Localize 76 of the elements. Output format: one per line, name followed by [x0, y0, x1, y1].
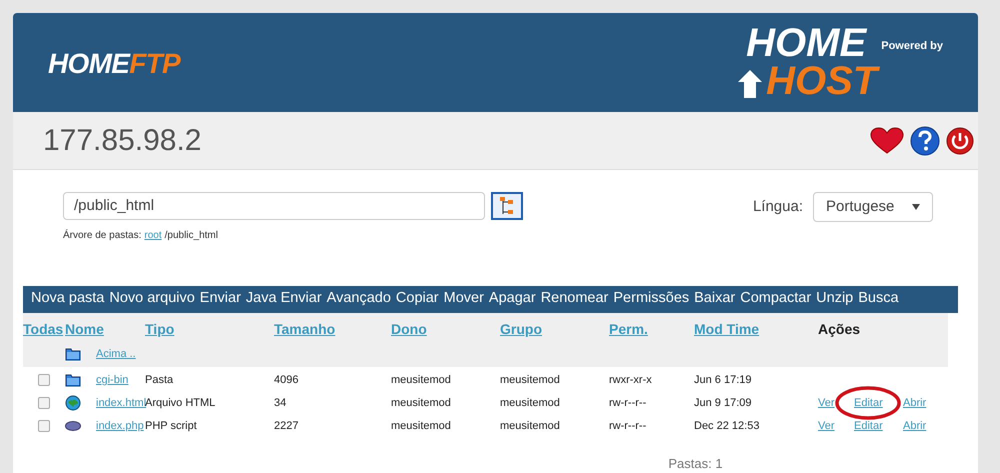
path-field[interactable]: /public_html: [63, 192, 485, 220]
powered-by-text: Powered by: [881, 39, 943, 54]
toolbar-item[interactable]: Renomear: [540, 288, 608, 310]
table-cell-text: rwxr-xr-x: [609, 372, 653, 388]
table-cell-text: Pasta: [145, 372, 174, 388]
column-header-link[interactable]: Grupo: [500, 319, 609, 340]
column-header-link[interactable]: Perm.: [609, 319, 694, 340]
server-address: 177.85.98.2: [43, 122, 202, 159]
table-cell-text: meusitemod: [500, 418, 561, 434]
action-link[interactable]: Editar: [854, 418, 903, 434]
table-cell-text: Jun 9 17:09: [694, 396, 752, 411]
column-header-link[interactable]: Tipo: [145, 319, 274, 340]
heart-icon[interactable]: [870, 127, 904, 156]
column-header-link[interactable]: Mod Time: [694, 319, 818, 340]
toolbar-item[interactable]: Avançado: [326, 288, 391, 310]
column-header-link[interactable]: Dono: [391, 319, 500, 340]
language-select[interactable]: Portugese: [813, 192, 933, 222]
column-header: Ações: [818, 320, 862, 340]
file-link[interactable]: cgi-bin: [96, 372, 145, 388]
table-cell-text: Arquivo HTML: [145, 396, 216, 411]
action-link[interactable]: Ver: [818, 394, 854, 412]
table-cell-text: 4096: [274, 372, 300, 388]
action-link[interactable]: Ver: [818, 418, 854, 434]
checkbox[interactable]: [38, 374, 50, 386]
column-header-link[interactable]: Tamanho: [274, 319, 391, 340]
table-cell-text: PHP script: [145, 418, 198, 434]
toolbar-item[interactable]: Baixar: [694, 288, 736, 310]
table-cell-text: 2227: [274, 418, 300, 434]
tree-path: /public_html: [164, 228, 218, 243]
folder-count: Pastas: 1: [668, 454, 723, 473]
file-link[interactable]: index.php: [96, 418, 145, 434]
power-icon[interactable]: [946, 127, 974, 156]
toolbar-item[interactable]: Apagar: [488, 288, 536, 310]
action-link[interactable]: Abrir: [903, 394, 933, 412]
table-cell-text: Jun 6 17:19: [694, 372, 752, 388]
table-cell-text: meusitemod: [391, 396, 452, 411]
toolbar-item[interactable]: Busca: [858, 288, 899, 310]
help-icon[interactable]: [910, 126, 940, 156]
checkbox[interactable]: [38, 397, 50, 410]
table-cell-text: meusitemod: [500, 372, 561, 388]
table-cell-text: Dec 22 12:53: [694, 418, 760, 434]
logo-text: FTP: [129, 47, 180, 82]
tree-label: Árvore de pastas:: [63, 228, 142, 243]
table-cell-text: meusitemod: [391, 418, 452, 434]
table-cell-text: meusitemod: [391, 372, 452, 388]
checkbox[interactable]: [38, 420, 50, 432]
toolbar-item[interactable]: Compactar: [740, 288, 812, 310]
globe-icon: [65, 395, 81, 412]
table-cell-text: rw-r--r--: [609, 396, 648, 411]
root-link[interactable]: root: [144, 228, 162, 243]
toolbar-item[interactable]: Enviar: [200, 288, 241, 310]
table-cell-text: 34: [274, 396, 288, 411]
toolbar-item[interactable]: Nova pasta: [31, 288, 104, 310]
folder-tree-button[interactable]: [491, 192, 523, 220]
highlight-ellipse: [835, 386, 901, 420]
caret-icon: [912, 204, 920, 210]
folder-icon: [65, 346, 81, 361]
toolbar-item[interactable]: Mover: [444, 288, 484, 310]
brand-text: HOME: [746, 24, 868, 62]
toolbar-item[interactable]: Novo arquivo: [109, 288, 195, 310]
logo-text: HOME: [48, 47, 130, 82]
toolbar-item[interactable]: Java Enviar: [246, 288, 322, 310]
parent-folder-link[interactable]: Acima ..: [96, 346, 274, 363]
table-cell-text: meusitemod: [500, 396, 561, 411]
column-header-link[interactable]: Todas: [23, 319, 65, 340]
language-label: Língua:: [752, 196, 803, 217]
php-icon: [65, 421, 81, 432]
toolbar-item[interactable]: Unzip: [816, 288, 854, 310]
table-cell-text: rw-r--r--: [609, 418, 648, 434]
toolbar-item[interactable]: Copiar: [396, 288, 439, 310]
folder-icon: [65, 373, 81, 388]
file-link[interactable]: index.html: [96, 394, 145, 412]
column-header-link[interactable]: Nome: [65, 319, 145, 340]
toolbar-item[interactable]: Permissões: [613, 288, 690, 310]
brand-text: HOST: [766, 62, 878, 100]
action-link[interactable]: Abrir: [903, 418, 933, 434]
